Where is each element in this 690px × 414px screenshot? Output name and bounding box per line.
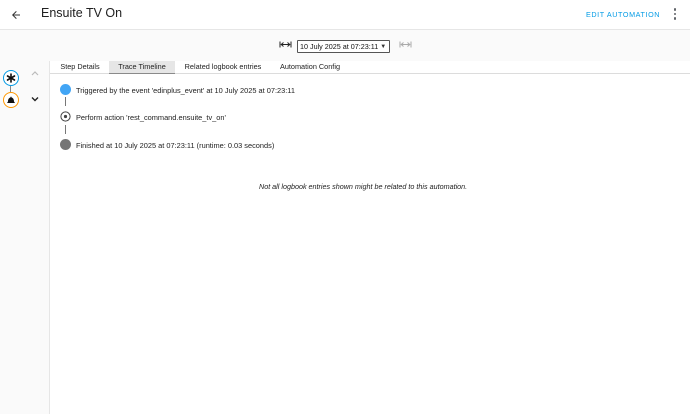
tab-related-logbook[interactable]: Related logbook entries	[179, 61, 267, 73]
tab-trace-timeline[interactable]: Trace Timeline	[109, 61, 175, 74]
arrow-collapse-right-icon	[399, 41, 412, 48]
chevron-down-icon: ▼	[380, 43, 387, 50]
page-title: Ensuite TV On	[41, 6, 123, 20]
bell-icon	[7, 96, 15, 103]
graph-node-action[interactable]	[3, 92, 19, 108]
tab-automation-config[interactable]: Automation Config	[274, 61, 346, 73]
timeline-event-icon	[60, 84, 71, 95]
timeline-finished-icon	[60, 139, 71, 150]
asterisk-icon	[6, 73, 16, 83]
back-button[interactable]	[8, 7, 24, 23]
dots-vertical-icon	[673, 8, 677, 11]
chevron-up-icon[interactable]	[31, 70, 39, 76]
arrow-collapse-left-icon[interactable]	[279, 41, 292, 48]
chevron-down-icon[interactable]	[31, 96, 39, 102]
timeline-entry-finished: Finished at 10 July 2025 at 07:23:11 (ru…	[76, 141, 275, 150]
more-options-button[interactable]	[669, 7, 681, 21]
app-header: Ensuite TV On EDIT AUTOMATION	[0, 0, 690, 30]
graph-node-trigger[interactable]	[3, 70, 19, 86]
trace-tabs: Step Details Trace Timeline Related logb…	[50, 61, 690, 74]
timeline-entry-trigger: Triggered by the event 'edinplus_event' …	[76, 86, 295, 95]
timeline-connector	[65, 125, 66, 134]
trace-main-panel: Step Details Trace Timeline Related logb…	[50, 61, 690, 414]
edit-automation-button[interactable]: EDIT AUTOMATION	[586, 10, 660, 19]
logbook-note: Not all logbook entries shown might be r…	[259, 182, 468, 191]
trace-select-value: 10 July 2025 at 07:23:11	[300, 42, 379, 51]
tab-step-details[interactable]: Step Details	[54, 61, 106, 73]
timeline-entry-action: Perform action 'rest_command.ensuite_tv_…	[76, 113, 226, 122]
trace-select[interactable]: 10 July 2025 at 07:23:11 ▼	[297, 40, 391, 53]
trace-graph	[0, 61, 50, 414]
target-circle-icon	[60, 111, 71, 122]
timeline-connector	[65, 97, 66, 106]
arrow-left-icon	[12, 11, 20, 19]
